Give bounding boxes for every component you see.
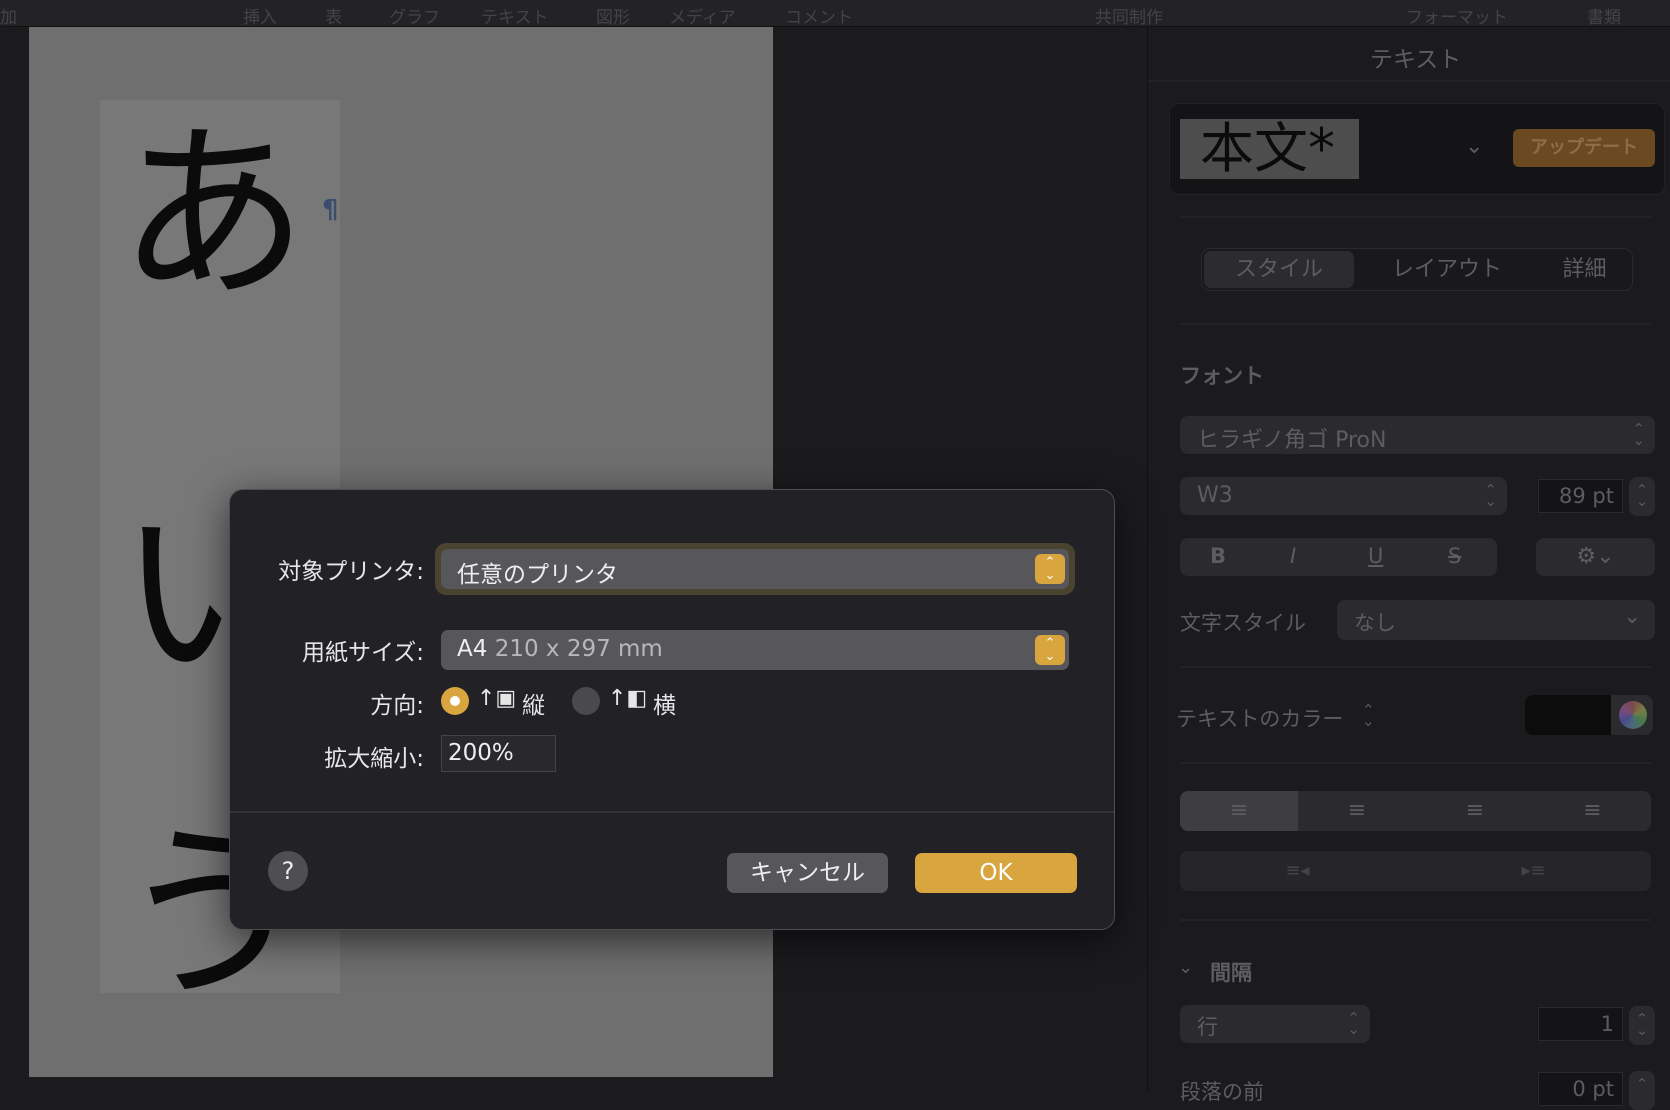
indent-control: ≡◂ ▸≡ xyxy=(1180,851,1651,891)
toolbar-item-media[interactable]: メディア xyxy=(669,3,736,28)
toolbar-item-text[interactable]: テキスト xyxy=(481,3,549,28)
gear-icon: ⚙⌄ xyxy=(1576,544,1615,569)
updown-chevron-icon: ⌃ ⌄ xyxy=(1035,635,1065,665)
text-color-well[interactable] xyxy=(1525,695,1653,735)
line-spacing-mode: 行 xyxy=(1197,1015,1218,1039)
para-before-field[interactable]: 0 pt xyxy=(1538,1072,1623,1106)
cancel-button[interactable]: キャンセル xyxy=(727,853,888,893)
menu-toolbar: 加 挿入 表 グラフ テキスト 図形 メディア コメント 共同制作 フォーマット… xyxy=(0,0,1670,28)
align-right-button[interactable]: ≡ xyxy=(1416,791,1534,831)
align-left-button[interactable]: ≡ xyxy=(1180,791,1298,831)
updown-chevron-icon: ⌃ ⌄ xyxy=(1347,1009,1360,1038)
tab-details[interactable]: 詳細 xyxy=(1537,251,1632,288)
toolbar-item-shape[interactable]: 図形 xyxy=(596,3,630,28)
sidebar-title: テキスト xyxy=(1370,47,1462,73)
updown-chevron-icon: ⌃ ⌄ xyxy=(1035,554,1065,584)
text-color-label[interactable]: テキストのカラー xyxy=(1176,703,1343,733)
scale-field[interactable]: 200% xyxy=(441,735,556,772)
toolbar-item-format[interactable]: フォーマット xyxy=(1406,3,1508,28)
printer-popup[interactable]: 任意のプリンタ ⌃ ⌄ xyxy=(441,549,1069,589)
inspector-tabs: スタイル レイアウト 詳細 xyxy=(1201,248,1633,291)
updown-chevron-icon: ⌃ ⌄ xyxy=(1484,481,1497,510)
font-size-stepper[interactable]: ⌃ ⌄ xyxy=(1629,477,1655,516)
italic-button[interactable]: I xyxy=(1290,544,1296,568)
paper-dimensions: 210 x 297 mm xyxy=(494,636,663,662)
line-spacing-stepper[interactable]: ⌃ ⌄ xyxy=(1629,1006,1655,1045)
para-before-stepper[interactable]: ⌃ xyxy=(1629,1071,1655,1110)
paragraph-style-name[interactable]: 本文* xyxy=(1180,119,1359,179)
landscape-icon: ↑◧ xyxy=(608,686,648,711)
orientation-label: 方向: xyxy=(370,693,424,719)
tab-layout[interactable]: レイアウト xyxy=(1362,251,1532,288)
char-style-value: なし xyxy=(1354,611,1396,635)
color-wheel-icon[interactable] xyxy=(1619,701,1647,729)
tab-style[interactable]: スタイル xyxy=(1204,251,1354,288)
line-spacing-popup[interactable]: 行 ⌃ ⌄ xyxy=(1180,1005,1370,1043)
bold-button[interactable]: B xyxy=(1210,544,1226,568)
landscape-radio[interactable] xyxy=(572,687,600,715)
spacing-section-label: 間隔 xyxy=(1210,961,1252,985)
paper-name: A4 xyxy=(457,636,488,662)
portrait-radio[interactable] xyxy=(441,687,469,715)
char-style-label: 文字スタイル xyxy=(1180,611,1306,635)
para-before-label: 段落の前 xyxy=(1180,1080,1264,1104)
underline-button[interactable]: U xyxy=(1368,544,1383,568)
ok-button[interactable]: OK xyxy=(915,853,1077,893)
align-center-button[interactable]: ≡ xyxy=(1298,791,1416,831)
outdent-button[interactable]: ≡◂ xyxy=(1180,851,1415,891)
chevron-down-icon[interactable]: ⌄ xyxy=(1178,957,1193,978)
help-button[interactable]: ? xyxy=(268,851,308,891)
paper-size-popup[interactable]: A4 210 x 297 mm ⌃ ⌄ xyxy=(441,630,1069,670)
font-weight-value: W3 xyxy=(1197,483,1233,508)
toolbar-item-document[interactable]: 書類 xyxy=(1587,3,1621,28)
char-style-popup[interactable]: なし ⌄ xyxy=(1337,600,1655,640)
toolbar-item-chart[interactable]: グラフ xyxy=(389,3,440,28)
justify-button[interactable]: ≡ xyxy=(1534,791,1651,831)
chevron-down-icon[interactable]: ⌄ xyxy=(1465,134,1483,159)
updown-chevron-icon: ⌃ ⌄ xyxy=(1632,420,1645,449)
gear-options-button[interactable]: ⚙⌄ xyxy=(1536,538,1655,576)
text-format-buttons: B I U S xyxy=(1180,538,1497,576)
pilcrow-icon: ¶ xyxy=(322,195,339,225)
font-family-popup[interactable]: ヒラギノ角ゴ ProN ⌃ ⌄ xyxy=(1180,416,1655,454)
toolbar-item-collaborate[interactable]: 共同制作 xyxy=(1095,3,1163,28)
print-setup-dialog: 対象プリンタ: 任意のプリンタ ⌃ ⌄ 用紙サイズ: A4 210 x 297 m… xyxy=(229,489,1115,930)
updown-chevron-icon: ⌃ ⌄ xyxy=(1362,701,1375,730)
update-style-button[interactable]: アップデート xyxy=(1513,129,1655,167)
toolbar-item-add[interactable]: 加 xyxy=(0,3,17,28)
font-size-field[interactable]: 89 pt xyxy=(1538,479,1623,513)
font-family-value: ヒラギノ角ゴ ProN xyxy=(1197,428,1387,453)
paper-size-label: 用紙サイズ: xyxy=(301,640,424,666)
divider xyxy=(230,811,1114,813)
portrait-label[interactable]: 縦 xyxy=(522,686,545,720)
color-swatch[interactable] xyxy=(1525,695,1611,735)
printer-label: 対象プリンタ: xyxy=(278,559,424,585)
scale-label: 拡大縮小: xyxy=(324,746,424,772)
indent-button[interactable]: ▸≡ xyxy=(1416,851,1651,891)
alignment-control: ≡ ≡ ≡ ≡ xyxy=(1180,791,1651,831)
landscape-label[interactable]: 横 xyxy=(653,686,676,720)
line-spacing-field[interactable]: 1 xyxy=(1538,1007,1623,1041)
toolbar-item-comment[interactable]: コメント xyxy=(785,3,853,28)
toolbar-item-insert[interactable]: 挿入 xyxy=(243,3,277,28)
printer-value: 任意のプリンタ xyxy=(457,562,618,588)
font-weight-popup[interactable]: W3 ⌃ ⌄ xyxy=(1180,477,1507,515)
text-char: あ xyxy=(118,104,309,325)
toolbar-item-table[interactable]: 表 xyxy=(325,3,342,28)
portrait-icon: ↑▣ xyxy=(477,686,517,711)
chevron-down-icon: ⌄ xyxy=(1623,604,1641,628)
font-section-label: フォント xyxy=(1180,364,1264,388)
strikethrough-button[interactable]: S xyxy=(1448,544,1461,568)
